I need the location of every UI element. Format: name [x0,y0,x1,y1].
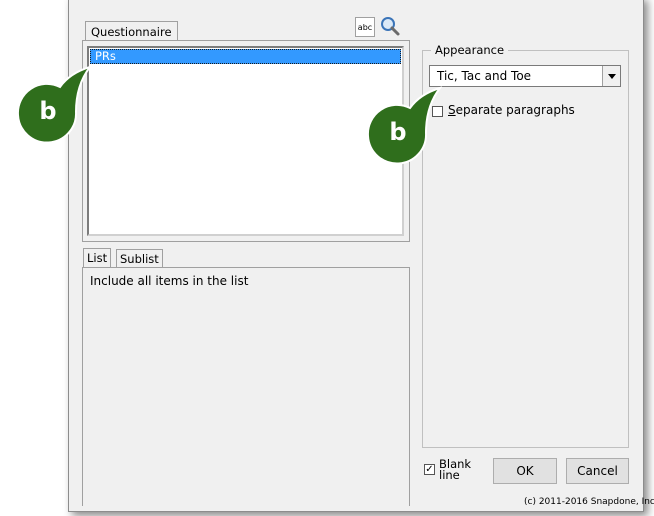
cancel-button-label: Cancel [577,464,618,478]
tab-sublist[interactable]: Sublist [116,249,163,268]
tab-list-label: List [87,251,108,265]
abc-label: abc [357,22,373,32]
blank-line-checkbox[interactable]: ✓ [424,464,435,475]
style-dropdown-value: Tic, Tac and Toe [437,69,532,83]
questionnaire-list[interactable]: PRs [87,46,404,236]
appearance-group: Appearance Tic, Tac and Toe Separate par… [422,43,629,448]
list-description: Include all items in the list [90,274,249,288]
style-dropdown[interactable]: Tic, Tac and Toe [429,65,621,87]
callout-label-2: b [389,118,407,146]
tab-questionnaire[interactable]: Questionnaire [85,21,178,41]
list-item[interactable]: PRs [90,49,401,64]
tab-list[interactable]: List [83,248,112,267]
dialog-window: Questionnaire abc PRs List Sublist Inclu… [68,0,654,512]
callout-label-1: b [39,97,57,125]
magnifier-icon [381,17,400,36]
chevron-down-icon [607,73,616,79]
copyright-text: (c) 2011-2016 Snapdone, Inc. [524,497,654,507]
ok-button[interactable]: OK [493,458,557,484]
tab-questionnaire-label: Questionnaire [91,25,172,39]
checkmark-icon: ✓ [425,463,434,475]
list-item-label: PRs [95,49,116,63]
questionnaire-panel: PRs [82,40,410,242]
list-options-panel: Include all items in the list [82,267,410,506]
blank-line-label: Blank line [439,457,472,482]
callout-badge-1: b [10,55,93,155]
callout-badge-2: b [362,80,443,180]
dropdown-arrow-button[interactable] [602,66,620,86]
tab-sublist-label: Sublist [120,252,159,266]
ok-button-label: OK [516,464,534,478]
search-button[interactable] [379,15,401,37]
spell-check-button[interactable]: abc [355,17,375,37]
cancel-button[interactable]: Cancel [566,458,629,484]
appearance-legend: Appearance [431,43,509,57]
separate-paragraphs-label: Separate paragraphs [448,103,575,117]
